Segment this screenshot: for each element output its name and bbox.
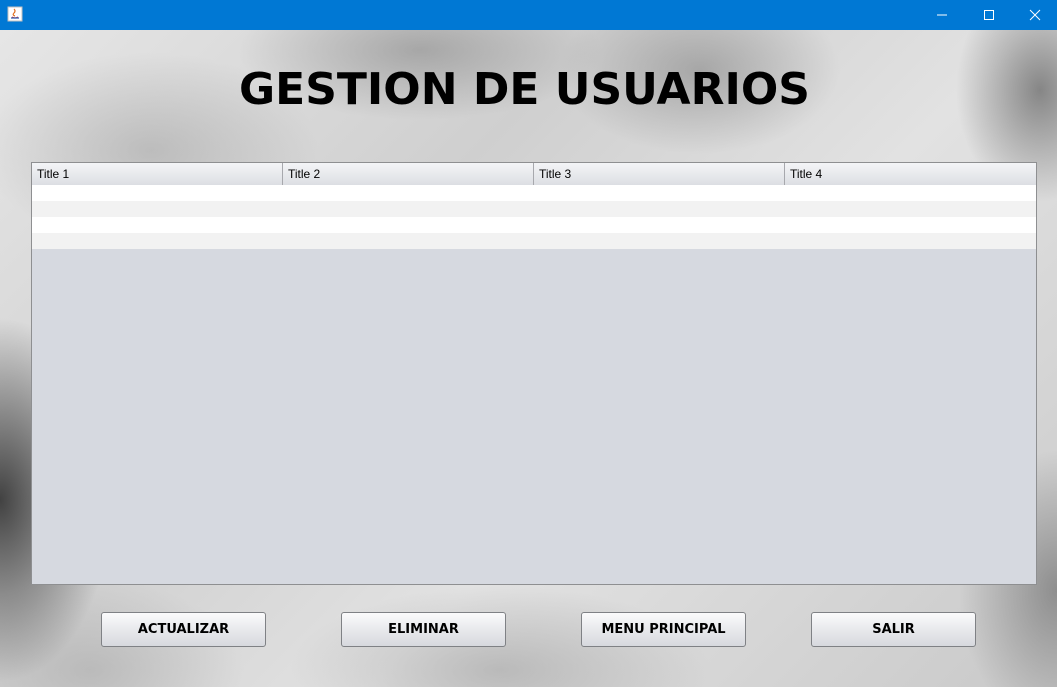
table-cell[interactable] (534, 217, 785, 233)
table-cell[interactable] (32, 233, 283, 249)
maximize-icon (983, 6, 995, 25)
table-body (32, 185, 1036, 249)
table-cell[interactable] (283, 233, 534, 249)
page-title: GESTION DE USUARIOS (239, 64, 810, 115)
table-row[interactable] (32, 217, 1036, 233)
maximize-button[interactable] (966, 0, 1012, 30)
table-cell[interactable] (283, 201, 534, 217)
java-icon[interactable] (7, 6, 23, 22)
column-header[interactable]: Title 2 (283, 163, 534, 185)
delete-button[interactable]: ELIMINAR (341, 612, 506, 647)
table-cell[interactable] (283, 185, 534, 201)
close-button[interactable] (1012, 0, 1057, 30)
table-row[interactable] (32, 233, 1036, 249)
column-header[interactable]: Title 4 (785, 163, 1036, 185)
close-icon (1029, 6, 1041, 25)
column-header[interactable]: Title 1 (32, 163, 283, 185)
table-cell[interactable] (785, 185, 1036, 201)
exit-button[interactable]: SALIR (811, 612, 976, 647)
window-titlebar[interactable] (0, 0, 1057, 30)
table-cell[interactable] (534, 185, 785, 201)
table-cell[interactable] (534, 233, 785, 249)
table-cell[interactable] (785, 217, 1036, 233)
table-cell[interactable] (32, 201, 283, 217)
update-button[interactable]: ACTUALIZAR (101, 612, 266, 647)
table-row[interactable] (32, 201, 1036, 217)
main-menu-button[interactable]: MENU PRINCIPAL (581, 612, 746, 647)
users-table[interactable]: Title 1 Title 2 Title 3 Title 4 (31, 162, 1037, 585)
minimize-icon (936, 6, 948, 25)
table-cell[interactable] (785, 201, 1036, 217)
table-cell[interactable] (534, 201, 785, 217)
minimize-button[interactable] (919, 0, 965, 30)
table-row[interactable] (32, 185, 1036, 201)
column-header[interactable]: Title 3 (534, 163, 785, 185)
table-cell[interactable] (32, 217, 283, 233)
table-header: Title 1 Title 2 Title 3 Title 4 (32, 163, 1036, 186)
table-cell[interactable] (32, 185, 283, 201)
table-cell[interactable] (283, 217, 534, 233)
table-cell[interactable] (785, 233, 1036, 249)
